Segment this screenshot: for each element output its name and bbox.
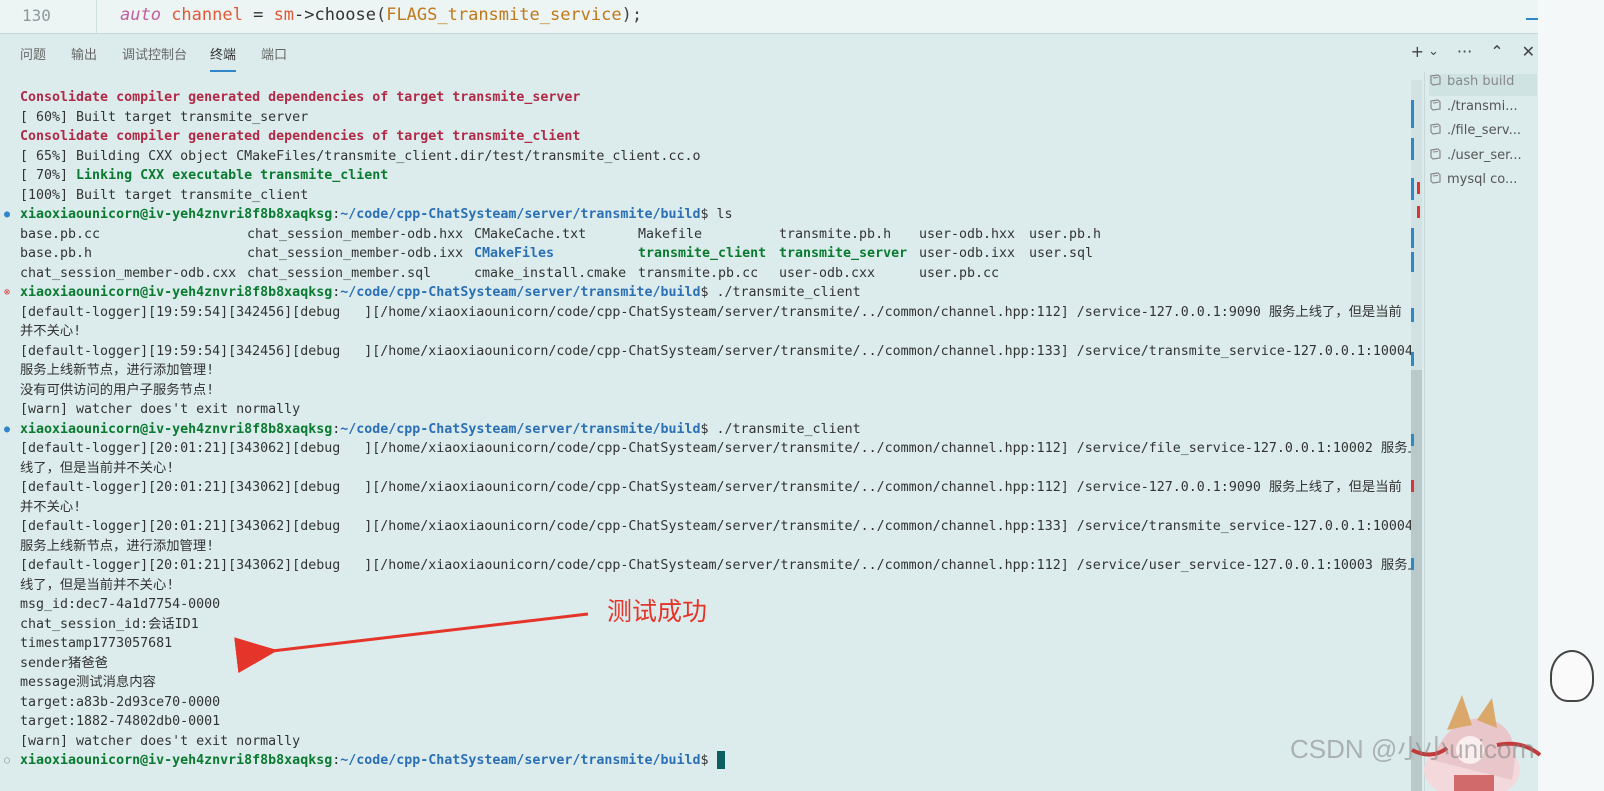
terminal-line: sender猪爸爸 bbox=[20, 655, 108, 671]
editor-indicator bbox=[1526, 18, 1538, 20]
terminal-line: [default-logger][20:01:21][343062][debug… bbox=[20, 519, 1413, 534]
terminal-session-item[interactable]: ./user_ser... bbox=[1429, 148, 1537, 170]
terminal-line: Consolidate compiler generated dependenc… bbox=[20, 129, 581, 144]
terminal-line: message测试消息内容 bbox=[20, 675, 156, 690]
terminal-line: [ 70%] Linking CXX executable transmite_… bbox=[20, 168, 389, 183]
maximize-icon[interactable]: ⌃ bbox=[1490, 42, 1503, 62]
terminal-line: 服务上线新节点，进行添加管理! bbox=[20, 538, 215, 554]
ls-entry: transmite.pb.h bbox=[779, 226, 892, 242]
terminal-session-item[interactable]: ./transmi... bbox=[1429, 99, 1537, 121]
chevron-down-icon[interactable]: ⌄ bbox=[1428, 42, 1439, 62]
terminal-line: xiaoxiaounicorn@iv-yeh4znvri8f8b8xaqksg:… bbox=[20, 751, 725, 771]
side-sticker bbox=[1550, 650, 1594, 702]
ls-entry: user-odb.cxx bbox=[779, 265, 876, 281]
session-label: bash build bbox=[1447, 74, 1515, 89]
ls-entry: CMakeFiles bbox=[474, 246, 555, 261]
ls-entry: base.pb.cc bbox=[20, 226, 101, 242]
terminal-line: timestamp1773057681 bbox=[20, 636, 173, 651]
ls-entry: user.pb.cc bbox=[919, 265, 1000, 281]
terminal-line: [100%] Built target transmite_client bbox=[20, 187, 309, 203]
terminal-line: [default-logger][19:59:54][342456][debug… bbox=[20, 343, 1413, 359]
csdn-watermark: CSDN @小小unicorn bbox=[1290, 734, 1535, 764]
terminal-session-item[interactable]: bash build bbox=[1429, 74, 1537, 96]
terminal-line: [default-logger][20:01:21][343062][debug… bbox=[20, 558, 1421, 573]
terminal-output[interactable]: Consolidate compiler generated dependenc… bbox=[0, 84, 1421, 791]
overview-ruler-error-1 bbox=[1417, 182, 1420, 194]
terminal-shell-icon bbox=[1430, 172, 1441, 184]
gutter-separator bbox=[96, 0, 97, 33]
terminal-session-item[interactable]: mysql co... bbox=[1429, 172, 1537, 194]
terminal-line: [default-logger][20:01:21][343062][debug… bbox=[20, 480, 1402, 495]
panel-actions: + ⌄ ··· ⌃ ✕ bbox=[1411, 42, 1535, 62]
tab-terminal[interactable]: 终端 bbox=[210, 44, 237, 72]
ls-entry: user.pb.h bbox=[1029, 226, 1102, 242]
terminal-shell-icon bbox=[1430, 147, 1441, 160]
command-status-icon[interactable]: ● bbox=[4, 205, 10, 225]
terminal-shell-icon bbox=[1430, 123, 1441, 135]
terminal-line: xiaoxiaounicorn@iv-yeh4znvri8f8b8xaqksg:… bbox=[20, 285, 861, 300]
terminal-line: [ 60%] Built target transmite_server bbox=[20, 109, 309, 125]
terminal-line: [default-logger][19:59:54][342456][debug… bbox=[20, 304, 1402, 320]
command-status-icon[interactable]: ● bbox=[4, 420, 10, 440]
terminal-line: [ 65%] Building CXX object CMakeFiles/tr… bbox=[20, 148, 701, 164]
ls-entry: chat_session_member-odb.cxx bbox=[20, 265, 237, 281]
close-icon[interactable]: ✕ bbox=[1522, 42, 1535, 62]
ls-entry: user-odb.ixx bbox=[919, 246, 1016, 261]
tab-ports[interactable]: 端口 bbox=[261, 44, 287, 63]
terminal-line: [warn] watcher does't exit normally bbox=[20, 733, 301, 749]
terminal-shell-icon bbox=[1430, 74, 1441, 86]
editor-code-line[interactable]: 130 auto channel = sm->choose(FLAGS_tran… bbox=[0, 0, 1604, 34]
tab-problems[interactable]: 问题 bbox=[20, 44, 46, 63]
command-status-icon[interactable]: ○ bbox=[4, 751, 10, 771]
session-label: ./user_ser... bbox=[1447, 147, 1522, 163]
line-number: 130 bbox=[22, 6, 51, 25]
panel-tab-bar: 问题 输出 调试控制台 终端 端口 + ⌄ ··· ⌃ ✕ bbox=[0, 34, 1575, 72]
terminal-cursor bbox=[716, 751, 725, 769]
terminal-sessions: bash build ./transmi... ./file_serv... ./us… bbox=[1424, 72, 1538, 791]
session-label: ./transmi... bbox=[1447, 98, 1518, 114]
ls-entry: user-odb.hxx bbox=[919, 226, 1016, 242]
ls-entry: chat_session_member-odb.hxx bbox=[247, 226, 464, 242]
terminal-shell-icon bbox=[1430, 98, 1441, 111]
session-label: mysql co... bbox=[1447, 172, 1518, 187]
ls-entry: cmake_install.cmake bbox=[474, 265, 627, 281]
ls-entry: base.pb.h bbox=[20, 246, 93, 261]
terminal-line: chat_session_id:会话ID1 bbox=[20, 616, 199, 632]
terminal-line: 线了，但是当前并不关心! bbox=[20, 460, 175, 476]
overview-ruler-error-2 bbox=[1417, 206, 1420, 218]
terminal-line: msg_id:dec7-4a1d7754-0000 bbox=[20, 597, 221, 612]
ls-entry: transmite_client bbox=[638, 246, 767, 261]
session-label: ./file_serv... bbox=[1447, 123, 1522, 138]
terminal-line: [default-logger][20:01:21][343062][debug… bbox=[20, 441, 1421, 456]
tab-output[interactable]: 输出 bbox=[71, 44, 97, 63]
terminal-session-item[interactable]: ./file_serv... bbox=[1429, 123, 1537, 145]
terminal-line: 没有可供访问的用户子服务节点! bbox=[20, 382, 215, 398]
more-icon[interactable]: ··· bbox=[1457, 42, 1472, 62]
terminal-line: Consolidate compiler generated dependenc… bbox=[20, 90, 581, 105]
new-terminal-icon[interactable]: + bbox=[1411, 42, 1424, 62]
code-text[interactable]: auto channel = sm->choose(FLAGS_transmit… bbox=[120, 5, 642, 25]
terminal-line: [warn] watcher does't exit normally bbox=[20, 402, 301, 417]
terminal-line: 并不关心! bbox=[20, 324, 82, 339]
terminal-line: 服务上线新节点，进行添加管理! bbox=[20, 363, 215, 378]
ls-entry: transmite_server bbox=[779, 246, 908, 261]
annotation-label: 测试成功 bbox=[607, 597, 708, 626]
terminal-line: xiaoxiaounicorn@iv-yeh4znvri8f8b8xaqksg:… bbox=[20, 421, 861, 437]
ls-entry: chat_session_member-odb.ixx bbox=[247, 246, 464, 261]
terminal-line: target:1882-74802db0-0001 bbox=[20, 714, 221, 729]
ls-entry: Makefile bbox=[638, 226, 703, 242]
ls-entry: transmite.pb.cc bbox=[638, 265, 759, 281]
terminal-line: xiaoxiaounicorn@iv-yeh4znvri8f8b8xaqksg:… bbox=[20, 207, 733, 222]
terminal-line: 线了，但是当前并不关心! bbox=[20, 577, 175, 593]
terminal-line: target:a83b-2d93ce70-0000 bbox=[20, 694, 221, 710]
tab-debug-console[interactable]: 调试控制台 bbox=[122, 44, 187, 63]
ls-entry: chat_session_member.sql bbox=[247, 265, 432, 281]
terminal-line: 并不关心! bbox=[20, 499, 82, 515]
ls-entry: CMakeCache.txt bbox=[474, 226, 587, 242]
ls-entry: user.sql bbox=[1029, 246, 1094, 261]
command-error-icon[interactable]: ⊗ bbox=[4, 283, 10, 303]
